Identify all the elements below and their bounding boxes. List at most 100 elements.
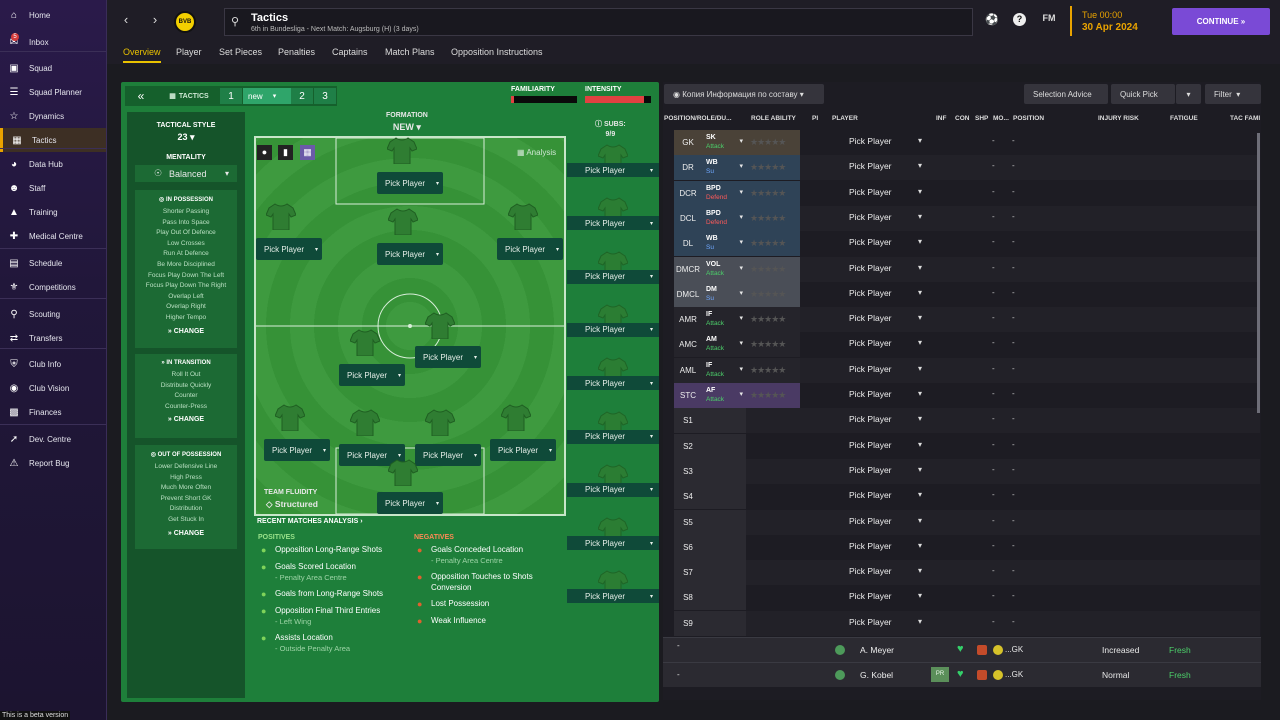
- sidebar-item-squad-planner[interactable]: ☰ Squad Planner: [0, 80, 106, 104]
- table-row[interactable]: DCL BPD Defend ▾ ★★★★★ Pick Player ▾ - -: [674, 205, 1260, 231]
- table-row[interactable]: S2 Pick Player ▾ - -: [674, 433, 1260, 459]
- table-row[interactable]: S9 Pick Player ▾ - -: [674, 610, 1260, 636]
- sub-pick-player-slot[interactable]: Pick Player ▾: [567, 376, 659, 391]
- sidebar-item-staff[interactable]: ☻ Staff: [0, 176, 106, 200]
- view-selector-button[interactable]: ◉ Копия Информация по составу ▾: [664, 84, 824, 104]
- table-row[interactable]: S6 Pick Player ▾ - -: [674, 534, 1260, 560]
- pick-player-dropdown[interactable]: Pick Player: [849, 161, 892, 171]
- role-cell[interactable]: IF Attack ▾: [702, 307, 746, 333]
- tactic-slot-1[interactable]: 1: [220, 88, 242, 104]
- table-row[interactable]: S8 Pick Player ▾ - -: [674, 585, 1260, 611]
- tab-opposition-instructions[interactable]: Opposition Instructions: [451, 47, 543, 57]
- help-icon[interactable]: ?: [1013, 13, 1026, 26]
- table-row[interactable]: DL WB Su ▾ ★★★★★ Pick Player ▾ - -: [674, 231, 1260, 257]
- pick-player-slot[interactable]: Pick Player ▾: [256, 238, 322, 260]
- sidebar-item-dynamics[interactable]: ☆ Dynamics: [0, 104, 106, 128]
- club-crest-icon[interactable]: BVB: [174, 11, 196, 33]
- table-row[interactable]: AMR IF Attack ▾ ★★★★★ Pick Player ▾ - -: [674, 307, 1260, 333]
- filter-button[interactable]: Filter ▾: [1205, 84, 1261, 104]
- formation-dropdown[interactable]: NEW ▾: [386, 122, 428, 133]
- sidebar-item-competitions[interactable]: ⚜ Competitions: [0, 275, 106, 299]
- pick-player-dropdown[interactable]: Pick Player: [849, 187, 892, 197]
- tab-set-pieces[interactable]: Set Pieces: [219, 47, 262, 57]
- pick-player-dropdown[interactable]: Pick Player: [849, 364, 892, 374]
- analysis-toggle[interactable]: ▦ Analysis: [517, 148, 556, 157]
- sidebar-item-scouting[interactable]: ⚲ Scouting: [0, 302, 106, 326]
- scrollbar[interactable]: [1257, 133, 1260, 413]
- tab-player[interactable]: Player: [176, 47, 202, 57]
- tactic-slot-3[interactable]: 3: [314, 88, 336, 104]
- column-header[interactable]: CON: [955, 115, 969, 122]
- column-header[interactable]: PI: [812, 115, 818, 122]
- column-header[interactable]: TAC FAMI: [1230, 115, 1260, 122]
- analysis-item[interactable]: Goals from Long-Range Shots: [275, 588, 415, 599]
- sidebar-item-finances[interactable]: ▩ Finances: [0, 400, 106, 424]
- pick-player-slot[interactable]: Pick Player ▾: [377, 243, 443, 265]
- player-name[interactable]: A. Meyer: [860, 645, 894, 655]
- analysis-item[interactable]: Lost Possession: [431, 598, 561, 609]
- role-cell[interactable]: WB Su ▾: [702, 231, 746, 257]
- role-cell[interactable]: BPD Defend ▾: [702, 180, 746, 206]
- sidebar-item-report-bug[interactable]: ⚠ Report Bug: [0, 451, 106, 475]
- sidebar-item-schedule[interactable]: ▤ Schedule: [0, 251, 106, 275]
- role-cell[interactable]: AF Attack ▾: [702, 383, 746, 408]
- analysis-item[interactable]: Goals Scored Location - Penalty Area Cent…: [275, 561, 415, 583]
- sub-pick-player-slot[interactable]: Pick Player ▾: [567, 429, 659, 444]
- pick-player-slot[interactable]: Pick Player ▾: [377, 172, 443, 194]
- in-transition-change-button[interactable]: » CHANGE: [135, 416, 237, 423]
- pick-player-dropdown[interactable]: Pick Player: [849, 313, 892, 323]
- pick-player-dropdown[interactable]: Pick Player: [849, 414, 892, 424]
- table-row[interactable]: DMCL DM Su ▾ ★★★★★ Pick Player ▾ - -: [674, 281, 1260, 307]
- column-header[interactable]: INF: [936, 115, 946, 122]
- column-header[interactable]: POSITION: [1013, 115, 1044, 122]
- pick-player-dropdown[interactable]: Pick Player: [849, 591, 892, 601]
- pick-player-dropdown[interactable]: Pick Player: [849, 389, 892, 399]
- quick-pick-button[interactable]: Quick Pick: [1111, 84, 1175, 104]
- pick-player-dropdown[interactable]: Pick Player: [849, 516, 892, 526]
- sidebar-item-transfers[interactable]: ⇄ Transfers: [0, 326, 106, 350]
- sub-pick-player-slot[interactable]: Pick Player ▾: [567, 216, 659, 231]
- sidebar-item-dev-centre[interactable]: ➚ Dev. Centre: [0, 427, 106, 451]
- tab-captains[interactable]: Captains: [332, 47, 368, 57]
- pick-player-dropdown[interactable]: Pick Player: [849, 212, 892, 222]
- sidebar-item-squad[interactable]: ▣ Squad: [0, 56, 106, 80]
- table-row[interactable]: AMC AM Attack ▾ ★★★★★ Pick Player ▾ - -: [674, 332, 1260, 358]
- role-cell[interactable]: DM Su ▾: [702, 281, 746, 307]
- shirt-view-icon[interactable]: ▦: [300, 145, 315, 160]
- tab-penalties[interactable]: Penalties: [278, 47, 315, 57]
- analysis-item[interactable]: Goals Conceded Location - Penalty Area Ce…: [431, 544, 561, 566]
- quick-pick-dropdown[interactable]: ▾: [1176, 84, 1201, 104]
- tactic-slot-2[interactable]: 2: [291, 88, 313, 104]
- pick-player-dropdown[interactable]: Pick Player: [849, 288, 892, 298]
- column-header[interactable]: ROLE ABILITY: [751, 115, 796, 122]
- pick-player-slot[interactable]: Pick Player ▾: [264, 439, 330, 461]
- in-possession-change-button[interactable]: » CHANGE: [135, 328, 237, 335]
- table-row[interactable]: S5 Pick Player ▾ - -: [674, 509, 1260, 535]
- out-possession-change-button[interactable]: » CHANGE: [135, 530, 237, 537]
- pick-player-dropdown[interactable]: Pick Player: [849, 566, 892, 576]
- column-header[interactable]: SHP: [975, 115, 988, 122]
- sub-pick-player-slot[interactable]: Pick Player ▾: [567, 482, 659, 497]
- pick-player-slot[interactable]: Pick Player ▾: [377, 492, 443, 514]
- selection-advice-button[interactable]: Selection Advice: [1024, 84, 1108, 104]
- sidebar-item-club-vision[interactable]: ◉ Club Vision: [0, 376, 106, 400]
- player-row[interactable]: - A. Meyer ♥ ...GK Increased Fresh: [663, 637, 1261, 662]
- football-icon[interactable]: ⚽: [984, 13, 1000, 29]
- role-cell[interactable]: AM Attack ▾: [702, 332, 746, 358]
- role-cell[interactable]: VOL Attack ▾: [702, 256, 746, 282]
- pick-player-dropdown[interactable]: Pick Player: [849, 617, 892, 627]
- pick-player-dropdown[interactable]: Pick Player: [849, 541, 892, 551]
- pick-player-slot[interactable]: Pick Player ▾: [415, 346, 481, 368]
- pick-player-slot[interactable]: Pick Player ▾: [339, 364, 405, 386]
- sidebar-item-medical-centre[interactable]: ✚ Medical Centre: [0, 224, 106, 248]
- role-cell[interactable]: SK Attack ▾: [702, 130, 746, 155]
- table-row[interactable]: DMCR VOL Attack ▾ ★★★★★ Pick Player ▾ - -: [674, 256, 1260, 282]
- sub-pick-player-slot[interactable]: Pick Player ▾: [567, 589, 659, 604]
- pick-player-dropdown[interactable]: Pick Player: [849, 465, 892, 475]
- continue-button[interactable]: CONTINUE »: [1172, 8, 1270, 35]
- search-box[interactable]: ⚲ Tactics 6th in Bundesliga - Next Match…: [224, 8, 973, 36]
- player-row[interactable]: - G. Kobel PR ♥ ...GK Normal Fresh: [663, 662, 1261, 687]
- table-row[interactable]: S7 Pick Player ▾ - -: [674, 560, 1260, 586]
- sidebar-item-club-info[interactable]: ⛨ Club Info: [0, 352, 106, 376]
- column-header[interactable]: POSITION/ROLE/DU...: [664, 115, 732, 122]
